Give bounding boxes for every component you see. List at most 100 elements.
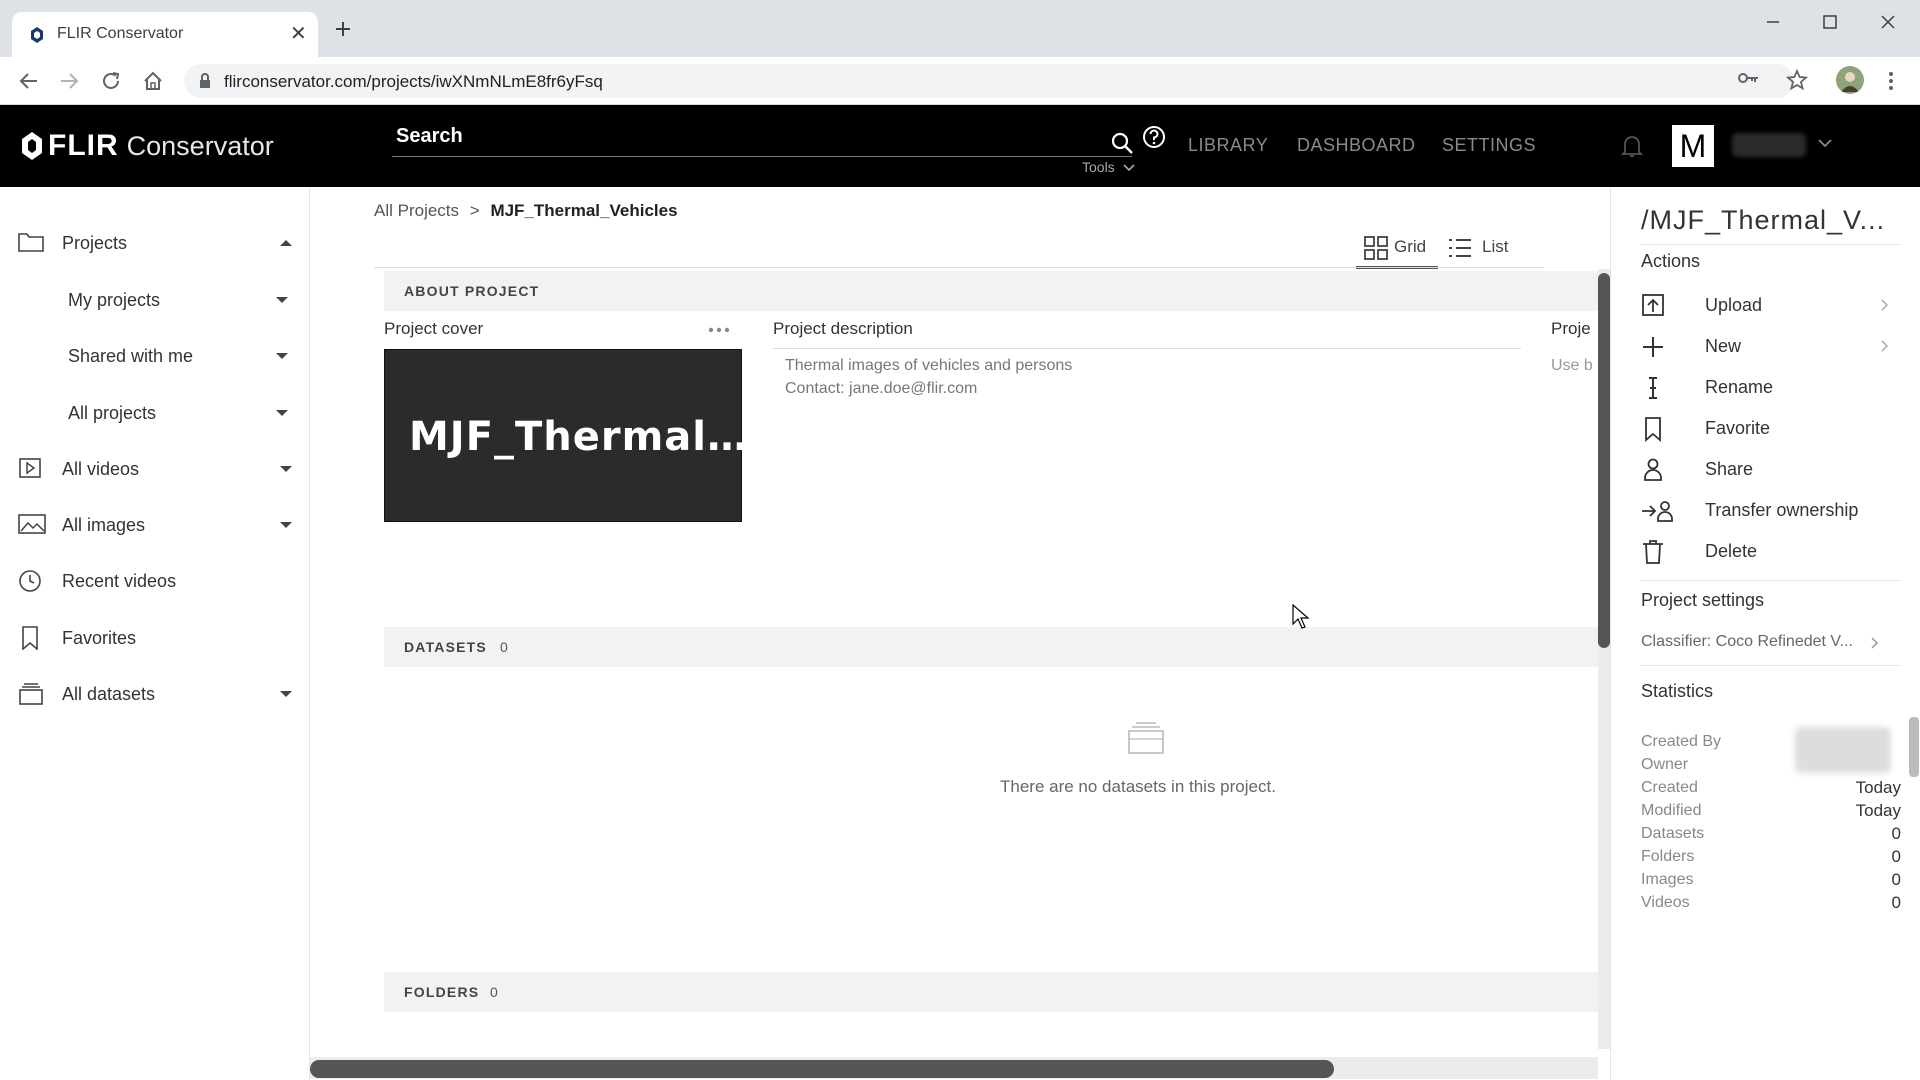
stat-value: Today — [1855, 778, 1901, 797]
chevron-right-icon — [1881, 340, 1889, 352]
browser-toolbar: flirconservator.com/projects/iwXNmNLmE8f… — [0, 57, 1920, 105]
folder-icon — [18, 231, 44, 253]
details-panel: /MJF_Thermal_V... Actions Upload New Ren… — [1610, 187, 1920, 1080]
back-icon[interactable] — [18, 70, 40, 92]
folders-title: FOLDERS — [404, 984, 480, 1000]
horizontal-scrollbar[interactable] — [310, 1057, 1598, 1079]
minimize-icon[interactable] — [1752, 10, 1792, 34]
rename-action[interactable]: Rename — [1641, 369, 1901, 405]
list-icon — [1448, 238, 1472, 258]
stat-value: 0 — [1891, 824, 1901, 843]
divider — [773, 348, 1521, 349]
caret-up-icon[interactable] — [280, 239, 292, 247]
sidebar-item-all-projects[interactable]: All projects — [0, 393, 310, 433]
bell-icon[interactable] — [1620, 133, 1644, 159]
project-cover-label: Project cover — [384, 319, 484, 338]
stat-key: Datasets — [1641, 825, 1705, 842]
maximize-icon[interactable] — [1810, 10, 1850, 34]
folders-header: FOLDERS 0 — [384, 972, 1614, 1012]
upload-action[interactable]: Upload — [1641, 287, 1901, 323]
nav-library[interactable]: LIBRARY — [1188, 135, 1268, 156]
bookmark-icon — [18, 626, 44, 650]
classifier-setting[interactable]: Classifier: Coco Refinedet V... — [1641, 633, 1853, 651]
tools-dropdown[interactable]: Tools — [1082, 159, 1135, 175]
sidebar-item-my-projects[interactable]: My projects — [0, 280, 310, 320]
favorite-action[interactable]: Favorite — [1641, 410, 1901, 446]
action-label: Transfer ownership — [1705, 500, 1859, 520]
list-label: List — [1482, 237, 1509, 256]
caret-down-icon[interactable] — [280, 521, 292, 529]
list-view-button[interactable]: List — [1448, 229, 1518, 269]
key-icon[interactable] — [1738, 71, 1760, 85]
sidebar-item-recent-videos[interactable]: Recent videos — [0, 561, 310, 601]
nav-settings[interactable]: SETTINGS — [1442, 135, 1536, 156]
forward-icon[interactable] — [58, 70, 80, 92]
caret-down-icon[interactable] — [276, 352, 288, 360]
search-icon[interactable] — [1110, 131, 1134, 155]
vertical-scrollbar[interactable] — [1598, 269, 1610, 1049]
sidebar-item-label: All videos — [62, 459, 140, 479]
action-label: New — [1705, 336, 1742, 356]
sidebar-item-all-datasets[interactable]: All datasets — [0, 674, 310, 714]
browser-tab[interactable]: FLIR Conservator ✕ — [12, 12, 318, 57]
new-tab-button[interactable] — [334, 20, 352, 38]
datasets-count: 0 — [500, 639, 508, 655]
sidebar-item-all-images[interactable]: All images — [0, 505, 310, 545]
stat-key: Folders — [1641, 848, 1695, 865]
transfer-ownership-action[interactable]: Transfer ownership — [1641, 492, 1901, 528]
horizontal-scrollbar-thumb[interactable] — [310, 1060, 1334, 1078]
grid-view-button[interactable]: Grid — [1356, 229, 1438, 269]
datasets-header: DATASETS 0 — [384, 627, 1614, 667]
more-options-icon[interactable] — [708, 327, 730, 333]
project-third-column-text: Use b — [1551, 357, 1593, 374]
help-icon[interactable] — [1142, 125, 1166, 149]
sidebar: Projects My projects Shared with me All … — [0, 187, 310, 1080]
plus-icon — [1641, 334, 1667, 360]
sidebar-item-label: All projects — [68, 403, 157, 423]
profile-avatar-icon[interactable] — [1836, 66, 1864, 94]
project-description-line: Thermal images of vehicles and persons — [785, 357, 1073, 374]
chevron-down-icon[interactable] — [1818, 139, 1832, 148]
breadcrumb-all-projects[interactable]: All Projects — [374, 201, 459, 220]
caret-down-icon[interactable] — [276, 296, 288, 304]
caret-down-icon[interactable] — [280, 465, 292, 473]
search-placeholder: Search — [396, 125, 463, 147]
stat-key: Modified — [1641, 802, 1702, 819]
chevron-right-icon[interactable] — [1871, 637, 1879, 649]
dataset-icon — [18, 682, 44, 706]
caret-down-icon[interactable] — [276, 409, 288, 417]
tab-close-button[interactable]: ✕ — [290, 24, 307, 44]
stat-value: Today — [1855, 801, 1901, 820]
project-cover-image[interactable]: MJF_Thermal… — [384, 349, 747, 522]
nav-dashboard[interactable]: DASHBOARD — [1297, 135, 1416, 156]
sidebar-item-all-videos[interactable]: All videos — [0, 449, 310, 489]
address-bar[interactable]: flirconservator.com/projects/iwXNmNLmE8f… — [184, 64, 1794, 98]
home-icon[interactable] — [142, 70, 164, 92]
sidebar-item-favorites[interactable]: Favorites — [0, 618, 310, 658]
reload-icon[interactable] — [100, 70, 122, 92]
project-settings-heading: Project settings — [1641, 590, 1765, 610]
mouse-cursor-icon — [1292, 604, 1310, 630]
panel-scrollbar-thumb[interactable] — [1909, 717, 1919, 777]
actions-heading: Actions — [1641, 251, 1701, 271]
flir-logo[interactable]: FLIR Conservator — [20, 129, 274, 163]
caret-down-icon[interactable] — [280, 690, 292, 698]
browser-menu-icon[interactable] — [1888, 70, 1894, 92]
new-action[interactable]: New — [1641, 328, 1901, 364]
bookmark-star-icon[interactable] — [1786, 69, 1808, 91]
delete-action[interactable]: Delete — [1641, 533, 1901, 569]
sidebar-item-projects[interactable]: Projects — [0, 223, 310, 263]
project-description-label: Project description — [773, 319, 913, 338]
vertical-scrollbar-thumb[interactable] — [1598, 273, 1610, 648]
sidebar-item-label: All images — [62, 515, 146, 535]
logo-text-light: Conservator — [126, 130, 274, 161]
divider — [1641, 665, 1901, 666]
sidebar-item-shared-with-me[interactable]: Shared with me — [0, 336, 310, 376]
share-action[interactable]: Share — [1641, 451, 1901, 487]
action-label: Rename — [1705, 377, 1774, 397]
statistics-heading: Statistics — [1641, 681, 1714, 701]
window-close-icon[interactable] — [1868, 10, 1908, 34]
user-avatar[interactable]: M — [1672, 125, 1714, 167]
user-name-redacted[interactable] — [1732, 133, 1806, 157]
search-input[interactable]: Search — [392, 119, 1134, 157]
